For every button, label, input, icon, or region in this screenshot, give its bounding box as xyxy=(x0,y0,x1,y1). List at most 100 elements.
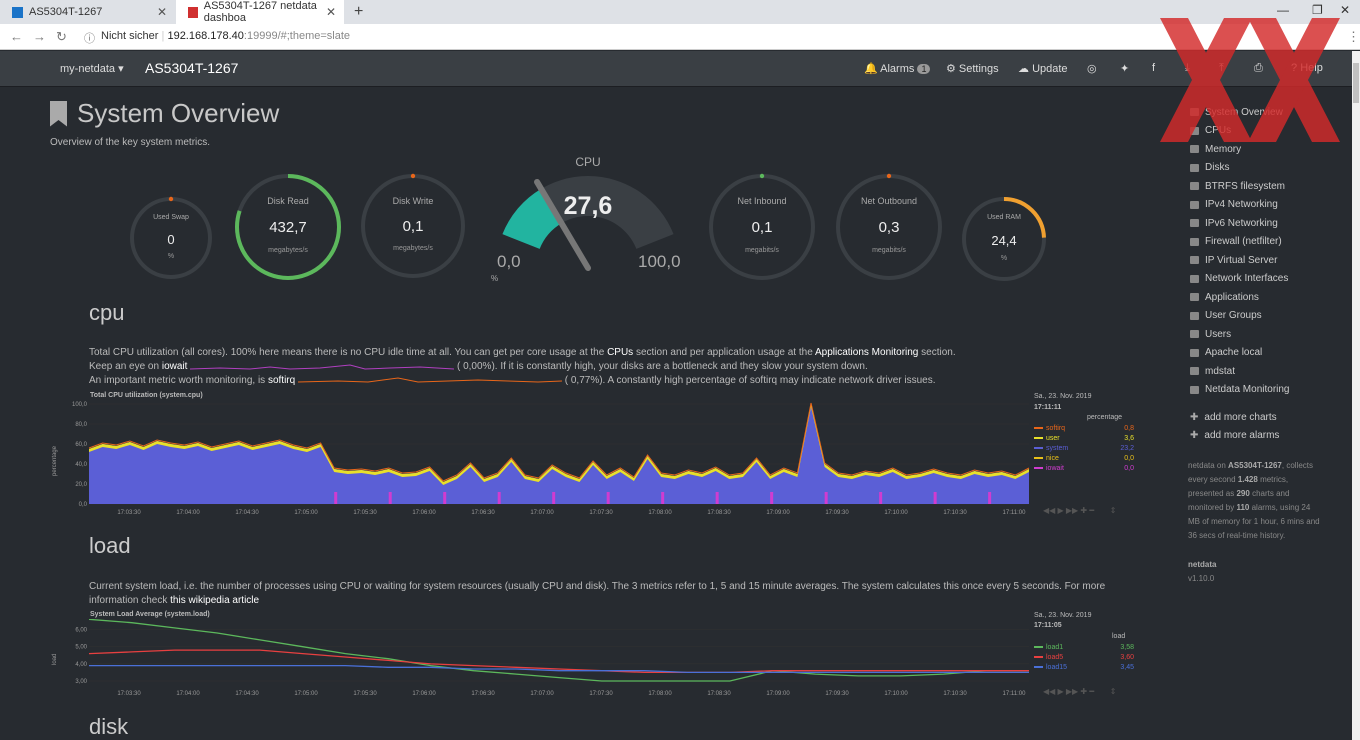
cpus-link[interactable]: CPUs xyxy=(607,347,633,358)
back-icon[interactable]: ← xyxy=(10,29,23,44)
legend-item[interactable]: system 23,2 xyxy=(1034,443,1134,453)
gauge-used-ram[interactable]: Used RAM 24,4% xyxy=(960,195,1048,283)
legend-header: load xyxy=(1112,633,1126,640)
menu-icon xyxy=(1190,293,1199,302)
sidebar-item-label: mdstat xyxy=(1205,365,1236,377)
x-tick-label: 17:06:00 xyxy=(412,691,436,697)
applications-monitoring-link[interactable]: Applications Monitoring xyxy=(815,347,918,358)
close-tab-icon[interactable]: ✕ xyxy=(157,5,167,19)
url-field[interactable]: Nicht sicher | 192.168.178.40:19999/#;th… xyxy=(101,30,350,42)
gauge-disk-write[interactable]: Disk Write 0,1 megabytes/s xyxy=(359,172,467,280)
text: Current system load, i.e. the number of … xyxy=(89,581,1106,592)
legend-header: percentage xyxy=(1087,414,1123,421)
browser-tab-active[interactable]: AS5304T-1267 netdata dashboa ✕ xyxy=(176,0,344,24)
sidebar-item-applications[interactable]: Applications xyxy=(1190,288,1290,307)
x-tick-label: 17:11:00 xyxy=(1003,510,1027,516)
legend-item[interactable]: load5 3,60 xyxy=(1034,652,1134,662)
legend-value: 3,60 xyxy=(1120,653,1134,661)
close-tab-icon[interactable]: ✕ xyxy=(326,5,336,19)
gauge-value: 0,1 xyxy=(751,219,773,237)
sidebar-item-users[interactable]: Users xyxy=(1190,325,1290,344)
legend-item[interactable]: iowait 0,0 xyxy=(1034,463,1134,473)
menu-icon xyxy=(1190,348,1199,357)
legend-item[interactable]: nice 0,0 xyxy=(1034,453,1134,463)
sidebar-item-ipv6-networking[interactable]: IPv6 Networking xyxy=(1190,214,1290,233)
github-icon[interactable]: ◎ xyxy=(1087,62,1097,75)
maximize-icon[interactable]: ❐ xyxy=(1312,3,1323,17)
minimize-icon[interactable]: — xyxy=(1277,3,1289,17)
twitter-icon[interactable]: ✦ xyxy=(1120,62,1129,75)
window-close-icon[interactable]: ✕ xyxy=(1340,3,1350,17)
info-icon[interactable]: ⓘ xyxy=(84,30,95,46)
chart-controls[interactable]: ◀◀ ▶ ▶▶ ✚ ━ ⇕ xyxy=(1043,687,1116,696)
cpu-chart-legend: softirq 0,8 user 3,6 system 23,2 nice 0,0 iowait… xyxy=(1034,423,1134,473)
sidebar-item-ip-virtual-server[interactable]: IP Virtual Server xyxy=(1190,251,1290,270)
scrollbar-thumb[interactable] xyxy=(1353,63,1359,103)
sidebar-item-network-interfaces[interactable]: Network Interfaces xyxy=(1190,270,1290,289)
facebook-icon[interactable]: f xyxy=(1152,62,1155,74)
cpu-chart[interactable]: 100,0 80,0 60,0 40,0 20,0 0,0 17:03:30 17:04:00… xyxy=(60,400,1035,520)
x-tick-label: 17:08:00 xyxy=(648,510,672,516)
sidebar-item-apache-local[interactable]: Apache local xyxy=(1190,344,1290,363)
page-scrollbar[interactable] xyxy=(1352,51,1360,740)
tab-label: AS5304T-1267 netdata dashboa xyxy=(203,0,317,24)
x-tick-label: 17:10:00 xyxy=(884,691,908,697)
browser-tab[interactable]: AS5304T-1267 ✕ xyxy=(0,0,175,24)
x-tick-label: 17:07:30 xyxy=(589,691,613,697)
wikipedia-link[interactable]: this wikipedia article xyxy=(170,595,259,606)
legend-item[interactable]: load1 3,58 xyxy=(1034,642,1134,652)
gauge-net-inbound[interactable]: Net Inbound 0,1 megabits/s xyxy=(707,172,817,282)
sidebar-item-user-groups[interactable]: User Groups xyxy=(1190,307,1290,326)
x-tick-label: 17:06:30 xyxy=(471,510,495,516)
menu-icon xyxy=(1190,330,1199,339)
softirq-label: softirq xyxy=(267,375,296,386)
alarms-button[interactable]: 🔔 Alarms 1 xyxy=(864,62,931,75)
my-netdata-dropdown[interactable]: my-netdata ▾ xyxy=(60,62,124,75)
gauge-used-swap[interactable]: Used Swap 0% xyxy=(128,195,214,281)
sidebar-item-netdata-monitoring[interactable]: Netdata Monitoring xyxy=(1190,381,1290,400)
sidebar-item-firewall-netfilter-[interactable]: Firewall (netfilter) xyxy=(1190,233,1290,252)
settings-button[interactable]: ⚙ Settings xyxy=(946,62,999,75)
legend-name: iowait xyxy=(1046,464,1064,472)
legend-name: load1 xyxy=(1046,643,1064,651)
sidebar-item-disks[interactable]: Disks xyxy=(1190,159,1290,178)
gauge-net-outbound[interactable]: Net Outbound 0,3 megabits/s xyxy=(834,172,944,282)
legend-item[interactable]: user 3,6 xyxy=(1034,433,1134,443)
sidebar-item-ipv4-networking[interactable]: IPv4 Networking xyxy=(1190,196,1290,215)
reload-icon[interactable]: ↻ xyxy=(56,29,67,45)
sidebar-item-label: User Groups xyxy=(1205,310,1262,322)
chrome-menu-icon[interactable]: ⋮ xyxy=(1347,29,1360,45)
cpu-gauge[interactable]: CPU 27,6 0,0 100,0 % xyxy=(490,150,686,285)
series-iowait-bar xyxy=(715,492,719,504)
x-tick-label: 17:11:00 xyxy=(1003,691,1027,697)
y-tick-label: 40,0 xyxy=(75,462,87,468)
add-charts-link[interactable]: ✚ add more charts xyxy=(1190,408,1279,427)
x-tick-label: 17:08:30 xyxy=(707,510,731,516)
sidebar-item-label: Firewall (netfilter) xyxy=(1205,236,1282,248)
legend-item[interactable]: load15 3,45 xyxy=(1034,662,1134,672)
sidebar-item-btrfs-filesystem[interactable]: BTRFS filesystem xyxy=(1190,177,1290,196)
gauge-unit: % xyxy=(167,253,175,261)
legend-name: load15 xyxy=(1046,663,1068,671)
legend-item[interactable]: softirq 0,8 xyxy=(1034,423,1134,433)
forward-icon[interactable]: → xyxy=(33,29,46,44)
gauge-value: 432,7 xyxy=(269,219,307,237)
load-chart[interactable]: 6,00 5,00 4,00 3,00 17:03:30 17:04:00 17:04:30… xyxy=(60,619,1035,699)
series-iowait-bar xyxy=(443,492,447,504)
legend-name: nice xyxy=(1046,454,1059,462)
add-alarms-link[interactable]: ✚ add more alarms xyxy=(1190,427,1279,446)
sidebar-item-memory[interactable]: Memory xyxy=(1190,140,1290,159)
chart-title: System Load Average (system.load) xyxy=(90,611,210,618)
sidebar-item-mdstat[interactable]: mdstat xyxy=(1190,362,1290,381)
menu-icon xyxy=(1190,311,1199,320)
x-tick-label: 17:07:00 xyxy=(530,691,554,697)
update-button[interactable]: ☁ Update xyxy=(1018,62,1068,75)
new-tab-icon[interactable]: + xyxy=(354,3,363,21)
legend-name: softirq xyxy=(1046,424,1066,432)
hostname[interactable]: AS5304T-1267 xyxy=(145,60,238,76)
text: Total CPU utilization (all cores). 100% … xyxy=(89,347,608,358)
gauge-disk-read[interactable]: Disk Read 432,7 megabytes/s xyxy=(233,172,343,282)
chart-controls[interactable]: ◀◀ ▶ ▶▶ ✚ ━ ⇕ xyxy=(1043,506,1116,515)
menu-icon xyxy=(1190,200,1199,209)
tab-label: AS5304T-1267 xyxy=(29,6,103,18)
